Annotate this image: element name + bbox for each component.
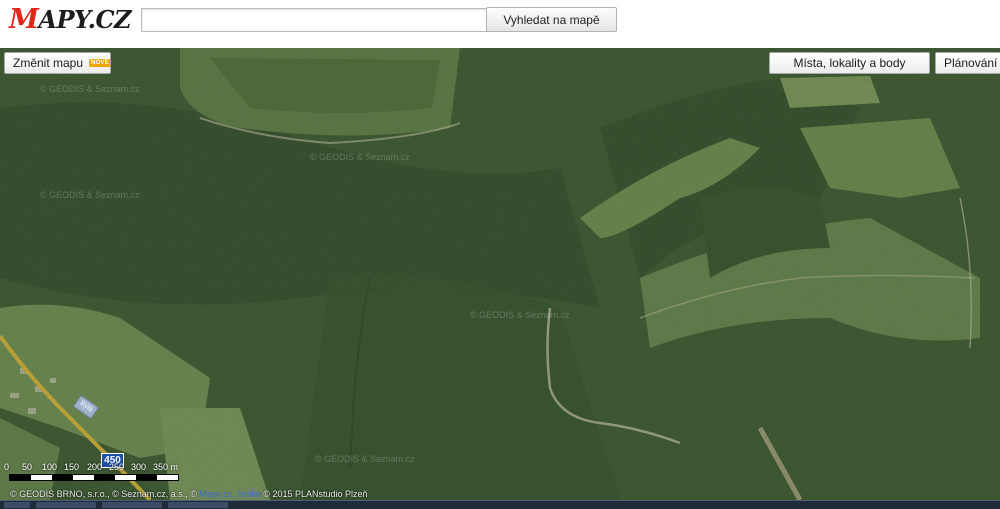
change-map-label: Změnit mapu xyxy=(13,56,84,70)
scale-labels: 0 50 100 150 200 250 300 350 m xyxy=(4,462,184,472)
scale-tick-label: 300 xyxy=(131,462,147,472)
scale-tick-label: 50 xyxy=(22,462,33,472)
scale-tick-label: 200 xyxy=(87,462,103,472)
logo-letter: M xyxy=(9,3,39,35)
taskbar-item[interactable] xyxy=(102,502,162,508)
taskbar-item[interactable] xyxy=(4,502,30,508)
map-scale: 0 50 100 150 200 250 300 350 m xyxy=(4,462,184,481)
taskbar-item[interactable] xyxy=(168,502,228,508)
new-badge: NOVÉ xyxy=(89,59,110,67)
scale-tick-label: 100 xyxy=(42,462,58,472)
map-view[interactable]: © GEODIS & Seznam.cz © GEODIS & Seznam.c… xyxy=(0,48,1000,500)
planning-button[interactable]: Plánování a xyxy=(935,52,1000,74)
taskbar-item[interactable] xyxy=(36,502,96,508)
search-input[interactable] xyxy=(141,8,491,32)
copyright-suffix: © 2015 PLANstudio Plzeň xyxy=(263,489,368,499)
places-button[interactable]: Místa, lokality a body xyxy=(769,52,930,74)
aerial-imagery xyxy=(0,48,1000,500)
search-button[interactable]: Vyhledat na mapě xyxy=(486,7,617,32)
scale-tick-label: 0 xyxy=(4,462,10,472)
mapy-logo[interactable]: M APY.CZ xyxy=(9,3,132,35)
change-map-button[interactable]: Změnit mapu NOVÉ xyxy=(4,52,111,74)
scale-tick-label: 350 m xyxy=(153,462,179,472)
watermark: © GEODIS & Seznam.cz xyxy=(40,190,140,200)
watermark: © GEODIS & Seznam.cz xyxy=(40,84,140,94)
header-bar: M APY.CZ Vyhledat na mapě xyxy=(0,0,1000,48)
watermark: © GEODIS & Seznam.cz xyxy=(310,152,410,162)
copyright-link[interactable]: Mapy.cz, české xyxy=(199,489,260,499)
watermark: © GEODIS & Seznam.cz xyxy=(315,454,415,464)
watermark: © GEODIS & Seznam.cz xyxy=(470,310,570,320)
copyright-text: © GEODIS BRNO, s.r.o., © Seznam.cz, a.s.… xyxy=(10,489,368,499)
copyright-prefix: © GEODIS BRNO, s.r.o., © Seznam.cz, a.s.… xyxy=(10,489,197,499)
logo-text: APY.CZ xyxy=(38,4,132,34)
scale-tick-label: 250 xyxy=(109,462,125,472)
scale-bar xyxy=(9,474,179,481)
scale-tick-label: 150 xyxy=(64,462,80,472)
